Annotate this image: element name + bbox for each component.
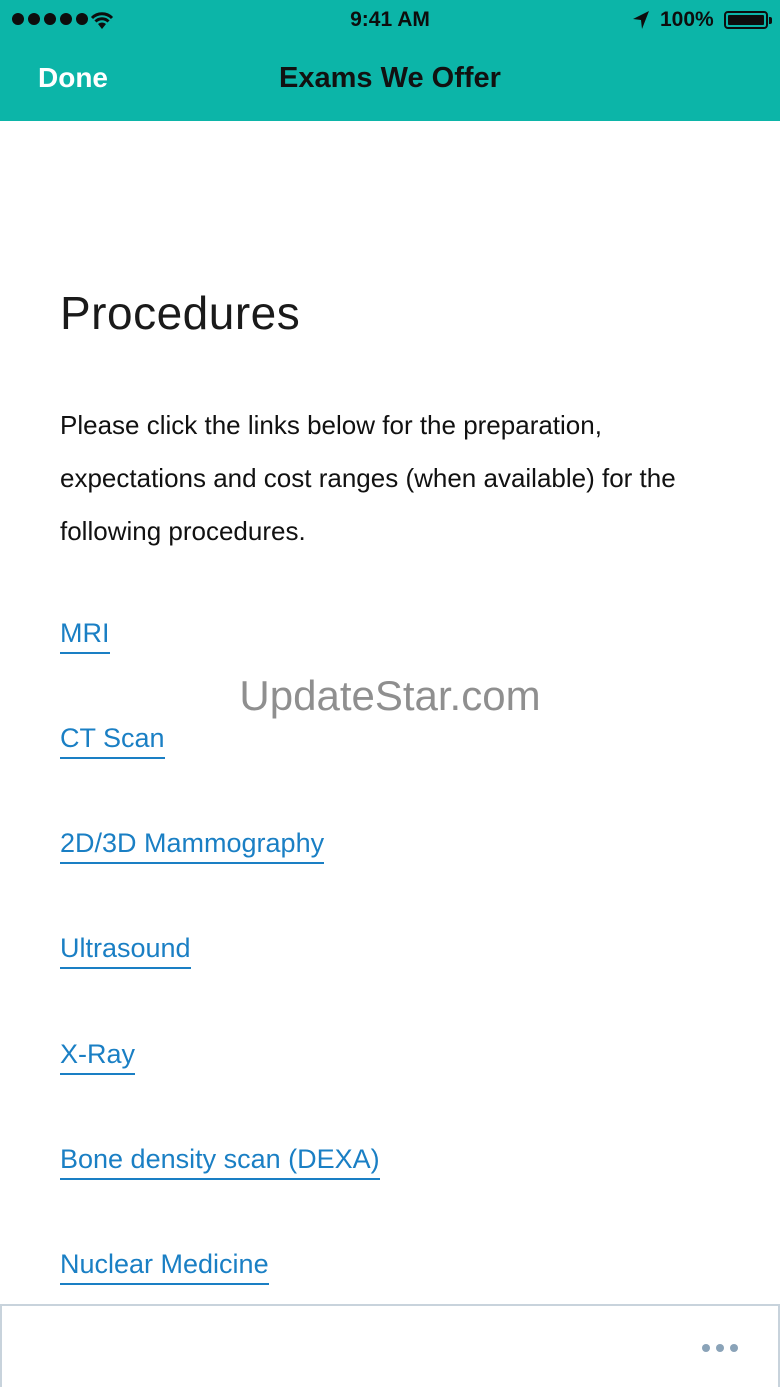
link-x-ray[interactable]: X-Ray — [60, 1039, 136, 1075]
battery-percentage: 100% — [660, 8, 714, 31]
battery-icon — [724, 11, 772, 29]
page-title: Exams We Offer — [279, 62, 501, 94]
link-mri[interactable]: MRI — [60, 618, 110, 654]
link-nuclear-medicine[interactable]: Nuclear Medicine — [60, 1249, 269, 1285]
procedures-heading: Procedures — [60, 287, 301, 339]
more-dots-icon[interactable] — [702, 1344, 738, 1352]
link-mammography[interactable]: 2D/3D Mammography — [60, 828, 325, 864]
status-bar: 9:41 AM 100% — [0, 0, 780, 40]
top-bar: 9:41 AM 100% Done Exams We Offer — [0, 0, 780, 121]
location-arrow-icon — [633, 11, 649, 29]
link-ct-scan[interactable]: CT Scan — [60, 723, 165, 759]
intro-text: Please click the links below for the pre… — [60, 410, 676, 546]
bottom-toolbar — [0, 1304, 780, 1387]
link-ultrasound[interactable]: Ultrasound — [60, 933, 191, 969]
link-bone-density-scan[interactable]: Bone density scan (DEXA) — [60, 1144, 380, 1180]
watermark: UpdateStar.com — [239, 672, 541, 719]
